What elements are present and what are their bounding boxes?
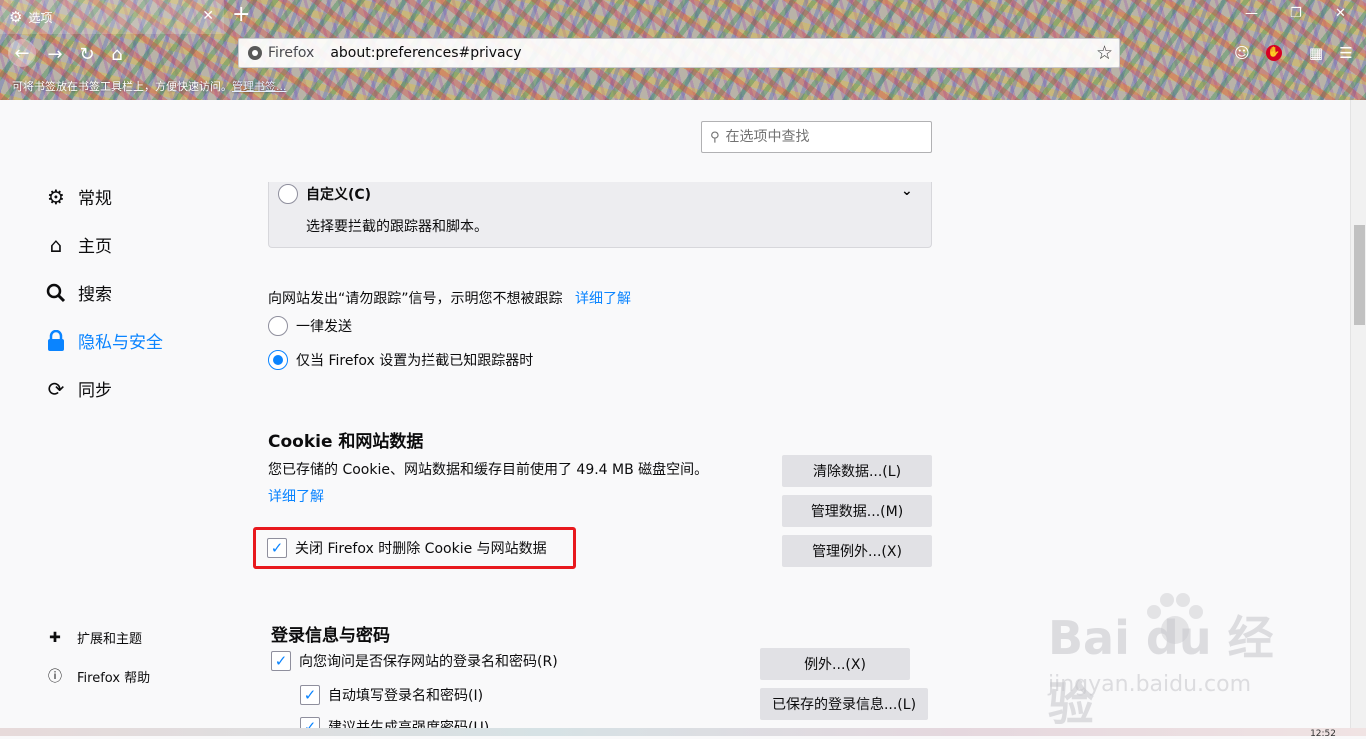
taskbar [0,728,1366,736]
preferences-search[interactable]: ⚲ [701,121,932,153]
search-input[interactable] [723,128,914,146]
ask-save-logins-row[interactable]: ✓ 向您询问是否保存网站的登录名和密码(R) [271,651,558,671]
menu-icon[interactable]: ☰ [1335,42,1357,64]
watermark-brand: Bai du 经验 [1048,611,1274,731]
close-tab-icon[interactable]: ✕ [202,8,214,24]
scrollbar-thumb[interactable] [1354,225,1365,325]
sidebar-item-label: 搜索 [78,285,112,305]
sidebar-item-label: 主页 [78,237,112,257]
home-icon: ⌂ [49,232,63,257]
tab-preferences[interactable]: ⚙ 选项 ✕ [0,0,224,34]
extensions-icon[interactable]: ▦ [1305,42,1327,64]
search-icon: ⚲ [710,129,720,145]
suggest-passwords-label: 建议并生成高强度密码(U) [328,720,490,728]
autofill-logins-row[interactable]: ✓ 自动填写登录名和密码(I) [300,685,483,705]
autofill-logins-checkbox[interactable]: ✓ [300,685,320,705]
suggest-passwords-checkbox[interactable]: ✓ [300,717,320,728]
tray-clock: 12:52 [1310,729,1336,739]
dnt-when-blocking-radio[interactable] [268,350,288,370]
dnt-option-label: 仅当 Firefox 设置为拦截已知跟踪器时 [296,353,534,369]
dnt-option-always[interactable]: 一律发送 [268,316,352,336]
gear-icon: ⚙ [47,184,65,209]
lock-icon [44,329,68,353]
adblock-icon[interactable]: ✋ [1263,42,1285,64]
tab-title: 选项 [28,10,53,25]
sidebar-item-label: 常规 [78,189,112,209]
account-icon[interactable]: ☺ [1231,42,1253,64]
new-tab-button[interactable]: + [232,3,250,27]
sidebar-footer-label: Firefox 帮助 [77,670,151,686]
sidebar-item-privacy[interactable]: 隐私与安全 [44,328,163,353]
sidebar-help-link[interactable]: ⓘ Firefox 帮助 [47,666,150,686]
dnt-option-label: 一律发送 [296,319,352,335]
ask-save-logins-checkbox[interactable]: ✓ [271,651,291,671]
dnt-description: 向网站发出“请勿跟踪”信号，示明您不想被跟踪 详细了解 [268,288,631,308]
back-button[interactable]: ← [8,39,36,67]
sidebar-item-label: 隐私与安全 [78,333,163,353]
forward-button[interactable]: → [42,41,68,67]
manage-exceptions-button[interactable]: 管理例外...(X) [782,535,932,567]
firefox-icon [248,46,262,60]
sidebar-item-general[interactable]: ⚙ 常规 [44,184,112,210]
ask-save-logins-label: 向您询问是否保存网站的登录名和密码(R) [299,654,558,670]
address-bar[interactable]: Firefox about:preferences#privacy ☆ [238,38,1120,68]
cookies-heading: Cookie 和网站数据 [268,432,424,452]
sync-icon: ⟳ [47,376,65,401]
url-text[interactable]: about:preferences#privacy [330,45,521,61]
identity-label: Firefox [268,45,315,61]
saved-logins-button[interactable]: 已保存的登录信息...(L) [760,688,928,720]
home-button[interactable]: ⌂ [104,41,130,67]
dnt-option-when-blocking[interactable]: 仅当 Firefox 设置为拦截已知跟踪器时 [268,350,533,370]
autofill-logins-label: 自动填写登录名和密码(I) [328,688,484,704]
highlight-annotation [253,527,576,569]
logins-heading: 登录信息与密码 [271,626,390,646]
puzzle-icon: ✚ [49,629,61,646]
reload-button[interactable]: ↻ [74,41,100,67]
clear-data-button[interactable]: 清除数据...(L) [782,455,932,487]
custom-description: 选择要拦截的跟踪器和脚本。 [306,219,488,235]
baidu-watermark: Bai du 经验 jingyan.baidu.com [1048,590,1294,731]
manage-bookmarks-link[interactable]: 管理书签... [232,80,287,93]
cookies-learn-more-link[interactable]: 详细了解 [268,486,324,506]
search-icon [44,281,68,305]
page-scrollbar[interactable] [1350,100,1366,728]
custom-title: 自定义(C) [306,187,372,203]
gear-icon: ⚙ [9,8,23,26]
bookmark-star-icon[interactable]: ☆ [1096,42,1113,64]
dnt-always-radio[interactable] [268,316,288,336]
bookmarks-hint-text: 可将书签放在书签工具栏上，方便快速访问。 [12,80,232,93]
logins-exceptions-button[interactable]: 例外...(X) [760,648,910,680]
dnt-text: 向网站发出“请勿跟踪”信号，示明您不想被跟踪 [268,291,563,307]
chevron-down-icon[interactable]: ⌄ [901,183,913,199]
custom-radio-row[interactable]: 自定义(C) [278,184,371,204]
restore-button[interactable]: ❐ [1290,6,1302,21]
help-icon: ⓘ [48,669,62,685]
sidebar-item-home[interactable]: ⌂ 主页 [44,232,112,258]
cookies-usage-text: 您已存储的 Cookie、网站数据和缓存目前使用了 49.4 MB 磁盘空间。 [268,462,709,478]
sidebar-item-search[interactable]: 搜索 [44,280,112,305]
manage-data-button[interactable]: 管理数据...(M) [782,495,932,527]
sidebar-footer-label: 扩展和主题 [77,632,143,647]
sidebar-item-label: 同步 [78,381,112,401]
minimize-button[interactable]: — [1245,6,1258,21]
sidebar-extensions-link[interactable]: ✚ 扩展和主题 [47,628,143,648]
dnt-learn-more-link[interactable]: 详细了解 [575,291,631,307]
watermark-url: jingyan.baidu.com [1048,672,1252,697]
bookmarks-hint: 可将书签放在书签工具栏上，方便快速访问。管理书签... [12,78,287,94]
browser-toolbar: ⚙ 选项 ✕ + — ❐ ✕ ← → ↻ ⌂ Firefox about:pre… [0,0,1366,100]
suggest-passwords-row[interactable]: ✓ 建议并生成高强度密码(U) [300,717,489,728]
close-window-button[interactable]: ✕ [1335,6,1346,21]
sidebar-item-sync[interactable]: ⟳ 同步 [44,376,112,402]
custom-radio[interactable] [278,184,298,204]
